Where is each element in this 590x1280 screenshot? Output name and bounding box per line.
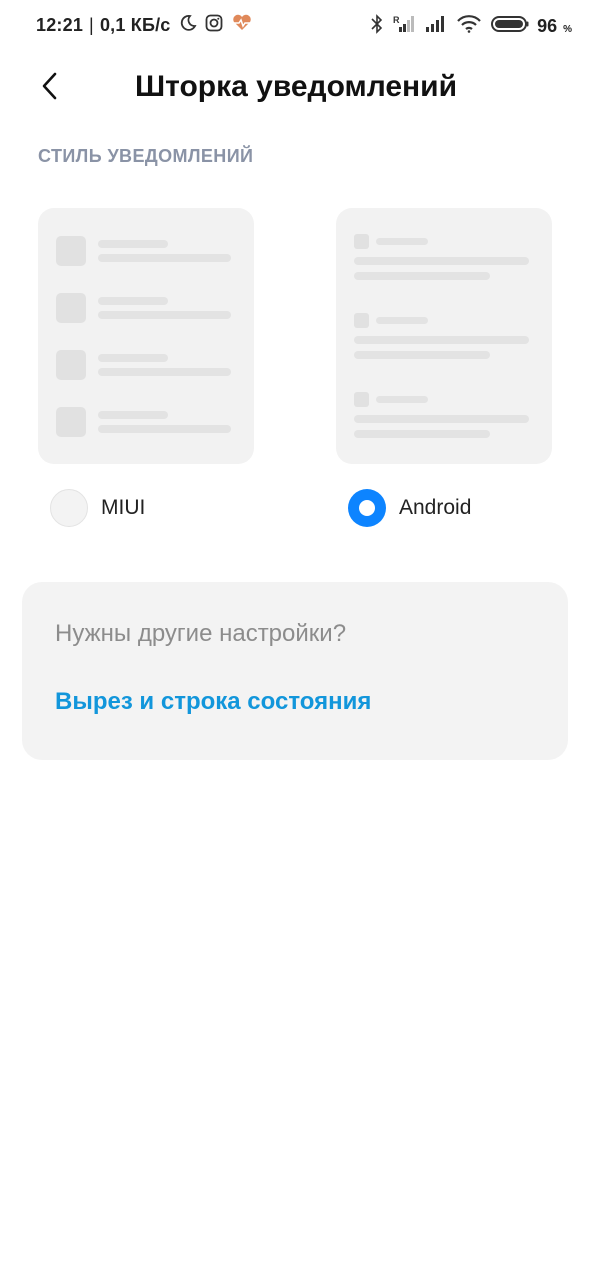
page-title: Шторка уведомлений: [135, 70, 458, 103]
placeholder-line: [98, 354, 168, 362]
placeholder-line: [98, 368, 231, 376]
signal-roaming-icon: R: [393, 15, 415, 38]
placeholder-icon: [56, 236, 86, 266]
placeholder-icon: [56, 407, 86, 437]
placeholder-line: [354, 351, 490, 359]
android-style-option[interactable]: Android: [348, 489, 471, 527]
instagram-icon: [205, 14, 223, 37]
battery-icon: [491, 15, 529, 38]
battery-percent: 96: [537, 16, 558, 36]
placeholder-line: [376, 396, 428, 403]
status-time: 12:21: [36, 15, 84, 35]
placeholder-line: [98, 425, 231, 433]
placeholder-line: [354, 430, 490, 438]
miui-option-label: MIUI: [101, 496, 146, 519]
miui-style-option[interactable]: MIUI: [50, 489, 145, 527]
notch-status-bar-link[interactable]: Вырез и строка состояния: [55, 688, 371, 716]
status-bar-right: R 96 %: [361, 14, 572, 39]
health-heart-icon: [231, 14, 253, 37]
placeholder-icon: [354, 313, 369, 328]
card-heading: Нужны другие настройки?: [55, 620, 347, 647]
signal-icon: [425, 15, 447, 38]
placeholder-line: [98, 240, 168, 248]
placeholder-line: [354, 257, 529, 265]
android-radio-button[interactable]: [348, 489, 386, 527]
moon-icon: [179, 14, 197, 37]
miui-style-preview[interactable]: [38, 208, 254, 464]
radio-selected-dot: [359, 500, 375, 516]
bluetooth-icon: [371, 14, 383, 39]
placeholder-icon: [354, 234, 369, 249]
section-label: СТИЛЬ УВЕДОМЛЕНИЙ: [38, 146, 254, 166]
status-bar: 12:21 | 0,1 КБ/с R 96 %: [0, 0, 590, 52]
status-network-speed: 0,1 КБ/с: [99, 15, 171, 35]
other-settings-card: Нужны другие настройки? Вырез и строка с…: [22, 582, 568, 760]
android-option-label: Android: [399, 496, 472, 519]
status-bar-left: 12:21 | 0,1 КБ/с: [36, 14, 253, 37]
placeholder-line: [98, 411, 168, 419]
placeholder-line: [354, 336, 529, 344]
placeholder-line: [376, 238, 428, 245]
placeholder-line: [98, 297, 168, 305]
wifi-icon: [457, 15, 481, 38]
placeholder-icon: [56, 350, 86, 380]
android-style-preview[interactable]: [336, 208, 552, 464]
placeholder-icon: [354, 392, 369, 407]
placeholder-icon: [56, 293, 86, 323]
placeholder-line: [98, 254, 231, 262]
header: Шторка уведомлений: [0, 60, 590, 116]
status-separator: |: [89, 15, 94, 35]
percent-sign: %: [563, 24, 572, 35]
placeholder-line: [354, 272, 490, 280]
back-button[interactable]: [30, 68, 70, 108]
placeholder-line: [354, 415, 529, 423]
placeholder-line: [98, 311, 231, 319]
svg-text:R: R: [393, 15, 400, 25]
miui-radio-button[interactable]: [50, 489, 88, 527]
placeholder-line: [376, 317, 428, 324]
chevron-left-icon: [40, 71, 60, 106]
